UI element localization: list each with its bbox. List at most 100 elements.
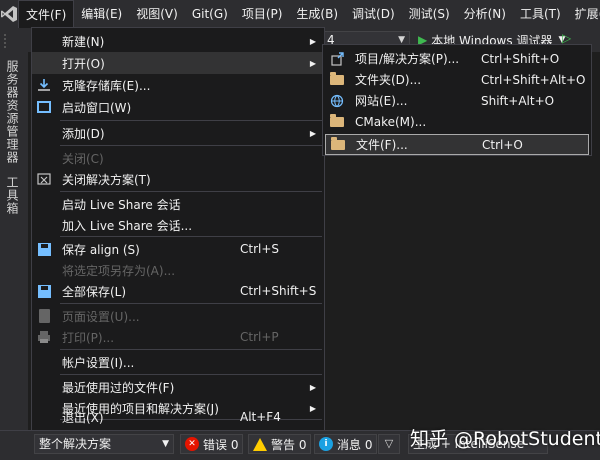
submenu-item-website[interactable]: 网站(E)... Shift+Alt+O — [323, 90, 591, 111]
menu-build[interactable]: 生成(B) — [289, 0, 345, 28]
save-all-icon — [36, 283, 52, 299]
menu-item-join-live-share[interactable]: 加入 Live Share 会话... — [32, 214, 324, 236]
messages-filter-button[interactable]: i 消息 0 — [314, 434, 378, 454]
menu-tools[interactable]: 工具(T) — [513, 0, 568, 28]
menu-analyze[interactable]: 分析(N) — [457, 0, 513, 28]
menu-item-clone-repository[interactable]: 克隆存储库(E)... — [32, 74, 324, 96]
print-icon — [36, 329, 52, 345]
error-scope-value: 整个解决方案 — [39, 437, 112, 451]
menu-item-label: 加入 Live Share 会话... — [62, 218, 193, 233]
menu-file[interactable]: 文件(F) — [18, 0, 75, 28]
submenu-arrow-icon: ▶ — [309, 36, 316, 46]
menu-separator — [60, 236, 322, 237]
menu-item-label: 帐户设置(I)... — [62, 355, 135, 370]
menu-project[interactable]: 项目(P) — [235, 0, 290, 28]
menu-item-add[interactable]: 添加(D) ▶ — [32, 122, 324, 144]
warning-icon — [253, 437, 267, 451]
run-without-debugging-icon[interactable]: ▷ — [562, 31, 571, 45]
menu-item-label: 打开(O) — [62, 56, 105, 71]
submenu-arrow-icon: ▶ — [309, 382, 316, 392]
menu-item-label: 最近使用过的文件(F) — [62, 380, 175, 395]
menu-item-label: 打印(P)... — [62, 330, 115, 345]
menu-item-save-as[interactable]: 将选定项另存为(A)... — [32, 259, 324, 281]
menu-item-close[interactable]: 关闭(C) — [32, 147, 324, 169]
errors-count: 错误 0 — [203, 437, 239, 452]
start-window-icon — [36, 99, 52, 115]
menu-item-start-live-share[interactable]: 启动 Live Share 会话 — [32, 193, 324, 215]
save-icon — [36, 241, 52, 257]
menu-item-save-all[interactable]: 全部保存(L) Ctrl+Shift+S — [32, 280, 324, 302]
submenu-item-shortcut: Shift+Alt+O — [481, 93, 555, 108]
menu-item-label: 将选定项另存为(A)... — [62, 263, 176, 278]
errors-filter-button[interactable]: ✕ 错误 0 — [180, 434, 244, 454]
file-icon — [330, 136, 346, 153]
toolbar-grip[interactable] — [4, 34, 30, 48]
submenu-arrow-icon: ▶ — [309, 128, 316, 138]
menu-separator — [60, 120, 322, 121]
menu-item-open[interactable]: 打开(O) ▶ — [32, 52, 324, 74]
menu-item-label: 启动 Live Share 会话 — [62, 197, 181, 212]
clone-icon — [36, 77, 52, 93]
menu-separator — [60, 191, 322, 192]
submenu-item-shortcut: Ctrl+Shift+Alt+O — [481, 72, 586, 87]
menu-item-shortcut: Ctrl+S — [240, 242, 280, 256]
menu-item-label: 添加(D) — [62, 126, 105, 141]
menu-separator — [60, 303, 322, 304]
menu-debug[interactable]: 调试(D) — [345, 0, 402, 28]
menu-item-recent-files[interactable]: 最近使用过的文件(F) ▶ — [32, 376, 324, 398]
menu-edit[interactable]: 编辑(E) — [74, 0, 129, 28]
warnings-filter-button[interactable]: 警告 0 — [248, 434, 312, 454]
menu-view[interactable]: 视图(V) — [129, 0, 185, 28]
server-explorer-tab[interactable]: 服务器资源管理器 — [4, 60, 21, 164]
menu-git[interactable]: Git(G) — [185, 0, 235, 28]
submenu-item-file[interactable]: 文件(F)... Ctrl+O — [325, 134, 589, 155]
menu-bar: 文件(F) 编辑(E) 视图(V) Git(G) 项目(P) 生成(B) 调试(… — [0, 0, 600, 28]
toolbox-tab[interactable]: 工具箱 — [4, 176, 21, 215]
menu-item-label: 克隆存储库(E)... — [62, 78, 151, 93]
warnings-count: 警告 0 — [271, 437, 307, 452]
menu-separator — [60, 349, 322, 350]
submenu-item-cmake[interactable]: CMake(M)... — [323, 111, 591, 132]
submenu-item-label: 文件夹(D)... — [355, 73, 422, 87]
menu-item-label: 新建(N) — [62, 34, 105, 49]
menu-item-label: 退出(X) — [62, 410, 104, 425]
menu-item-print[interactable]: 打印(P)... Ctrl+P — [32, 326, 324, 348]
menu-item-shortcut: Alt+F4 — [240, 410, 281, 424]
error-scope-select[interactable]: 整个解决方案 ▼ — [34, 434, 174, 454]
menu-item-label: 关闭(C) — [62, 151, 104, 166]
menu-separator — [60, 145, 322, 146]
menu-item-close-solution[interactable]: 关闭解决方案(T) — [32, 168, 324, 190]
menu-item-label: 关闭解决方案(T) — [62, 172, 151, 187]
messages-count: 消息 0 — [337, 437, 373, 452]
menu-item-new[interactable]: 新建(N) ▶ — [32, 30, 324, 52]
visual-studio-logo-icon[interactable] — [0, 0, 18, 28]
submenu-item-label: CMake(M)... — [355, 114, 427, 129]
open-submenu: 项目/解决方案(P)... Ctrl+Shift+O 文件夹(D)... Ctr… — [322, 44, 592, 156]
info-icon: i — [319, 437, 333, 451]
website-icon — [329, 93, 345, 109]
menu-item-label: 页面设置(U)... — [62, 309, 140, 324]
menu-item-page-setup[interactable]: 页面设置(U)... — [32, 305, 324, 327]
watermark: 知乎 @RobotStudent — [410, 428, 600, 450]
menu-item-account-settings[interactable]: 帐户设置(I)... — [32, 351, 324, 373]
submenu-item-project-solution[interactable]: 项目/解决方案(P)... Ctrl+Shift+O — [323, 48, 591, 69]
menu-item-save[interactable]: 保存 align (S) Ctrl+S — [32, 238, 324, 260]
close-solution-icon — [36, 171, 52, 187]
filter-icon[interactable]: ▽ — [378, 434, 400, 454]
chevron-down-icon: ▼ — [162, 439, 169, 449]
menu-item-start-window[interactable]: 启动窗口(W) — [32, 96, 324, 118]
folder-icon — [329, 71, 345, 88]
submenu-item-folder[interactable]: 文件夹(D)... Ctrl+Shift+Alt+O — [323, 69, 591, 90]
cmake-icon — [329, 113, 345, 130]
menu-item-label: 全部保存(L) — [62, 284, 127, 299]
menu-test[interactable]: 测试(S) — [402, 0, 457, 28]
menu-item-label: 启动窗口(W) — [62, 100, 132, 115]
file-menu-dropdown: 新建(N) ▶ 打开(O) ▶ 克隆存储库(E)... 启动窗口(W) 添加(D… — [31, 27, 325, 431]
submenu-item-shortcut: Ctrl+Shift+O — [481, 51, 560, 66]
submenu-item-label: 文件(F)... — [356, 138, 408, 152]
submenu-arrow-icon: ▶ — [309, 58, 316, 68]
menu-item-exit[interactable]: 退出(X) Alt+F4 — [32, 406, 324, 428]
submenu-item-shortcut: Ctrl+O — [482, 137, 523, 152]
menu-extensions[interactable]: 扩展( — [568, 0, 600, 28]
page-setup-icon — [36, 308, 52, 324]
